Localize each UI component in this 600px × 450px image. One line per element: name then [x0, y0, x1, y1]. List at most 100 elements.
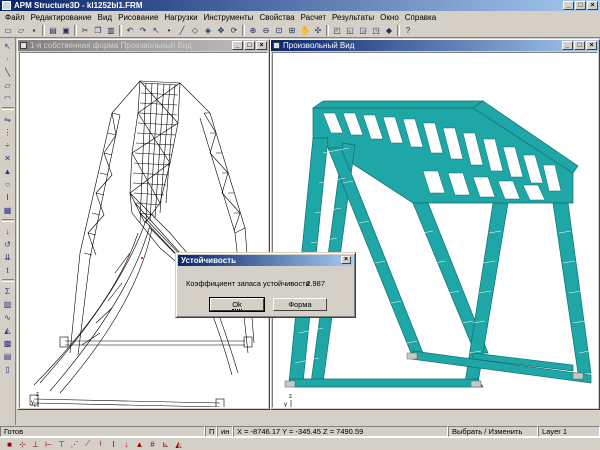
select-icon[interactable]: ↖	[150, 24, 162, 36]
support-icon[interactable]: ▲	[2, 165, 14, 177]
close-button[interactable]: ×	[587, 1, 598, 10]
window-minimize-button[interactable]: _	[232, 41, 243, 50]
move-icon[interactable]: ✥	[215, 24, 227, 36]
minimize-button[interactable]: _	[563, 1, 574, 10]
zoom-all-icon[interactable]: ⊞	[286, 24, 298, 36]
paste-icon[interactable]: ▥	[105, 24, 117, 36]
divide-icon[interactable]: ÷	[2, 139, 14, 151]
axis-x-label: x	[49, 407, 52, 408]
window-maximize-button[interactable]: □	[244, 41, 255, 50]
redo-icon[interactable]: ↷	[137, 24, 149, 36]
copy-icon[interactable]: ❐	[92, 24, 104, 36]
axis-x-icon[interactable]: ⊥	[30, 439, 41, 450]
table-icon[interactable]: ▤	[2, 350, 14, 362]
intersect-icon[interactable]: ✕	[2, 152, 14, 164]
form-button[interactable]: Форма	[273, 298, 327, 311]
model-viewport[interactable]: z y x	[272, 52, 598, 408]
cut-icon[interactable]: ✂	[79, 24, 91, 36]
report-icon[interactable]: ▯	[2, 363, 14, 375]
section-icon[interactable]: Ⅰ	[2, 191, 14, 203]
stability-dialog-titlebar[interactable]: Устойчивость ×	[178, 255, 353, 266]
load-dist-icon[interactable]: ⇊	[2, 251, 14, 263]
menu-results[interactable]: Результаты	[329, 13, 377, 22]
view-top-icon[interactable]: ◲	[357, 24, 369, 36]
menu-properties[interactable]: Свойства	[256, 13, 297, 22]
open-icon[interactable]: ▱	[15, 24, 27, 36]
snap-icon[interactable]: ⟋	[82, 439, 93, 450]
zoom-out-icon[interactable]: ⊖	[260, 24, 272, 36]
ortho-icon[interactable]: ⟊	[95, 439, 106, 450]
material-icon[interactable]: ▦	[2, 204, 14, 216]
perspective-icon[interactable]: ◭	[173, 439, 184, 450]
view-iso-icon[interactable]: ◳	[370, 24, 382, 36]
stress-icon[interactable]: ▩	[2, 337, 14, 349]
save-icon[interactable]: ▪	[28, 24, 40, 36]
menu-loads[interactable]: Нагрузки	[161, 13, 200, 22]
menu-calculation[interactable]: Расчет	[298, 13, 329, 22]
menu-view[interactable]: Вид	[95, 13, 115, 22]
load-moment-icon[interactable]: ↺	[2, 238, 14, 250]
print-icon[interactable]: ▤	[47, 24, 59, 36]
section-view-icon[interactable]: Ⅰ	[108, 439, 119, 450]
node-add-icon[interactable]: ⋅	[2, 53, 14, 65]
arbitrary-view-window[interactable]: Произвольный Вид _ □ × z y	[270, 39, 600, 410]
preview-icon[interactable]: ▣	[60, 24, 72, 36]
plate-icon[interactable]: ◇	[189, 24, 201, 36]
array-icon[interactable]: ⋮	[2, 126, 14, 138]
status-coordinates: X = -8746.17 Y = -345.45 Z = 7490.59	[233, 425, 448, 437]
orbit-icon[interactable]: ✣	[312, 24, 324, 36]
menu-draw[interactable]: Рисование	[115, 13, 161, 22]
menu-tools[interactable]: Инструменты	[201, 13, 257, 22]
results-icon[interactable]: ▧	[2, 298, 14, 310]
help-icon[interactable]: ?	[402, 24, 414, 36]
beam-add-icon[interactable]: ╲	[2, 66, 14, 78]
calc-icon[interactable]: Σ	[2, 285, 14, 297]
mode-shape-viewport[interactable]: z y x	[19, 52, 268, 408]
window-close-button[interactable]: ×	[586, 41, 597, 50]
menu-help[interactable]: Справка	[402, 13, 439, 22]
solid-icon[interactable]: ◈	[202, 24, 214, 36]
window-maximize-button[interactable]: □	[574, 41, 585, 50]
copy-mirror-icon[interactable]: ⇋	[2, 113, 14, 125]
load-force-icon[interactable]: ↓	[2, 225, 14, 237]
dialog-close-button[interactable]: ×	[341, 256, 351, 264]
pan-icon[interactable]: ✋	[299, 24, 311, 36]
hinge-icon[interactable]: ○	[2, 178, 14, 190]
zoom-in-icon[interactable]: ⊕	[247, 24, 259, 36]
temperature-icon[interactable]: t	[2, 264, 14, 276]
maximize-button[interactable]: □	[575, 1, 586, 10]
deform-icon[interactable]: ∿	[2, 311, 14, 323]
mode-shape-window-titlebar[interactable]: 1-я собственная форма Произвольный Вид _…	[18, 40, 269, 51]
axis-y-icon[interactable]: ⊢	[43, 439, 54, 450]
plate-add-icon[interactable]: ▱	[2, 79, 14, 91]
diagram-icon[interactable]: ◭	[2, 324, 14, 336]
undo-icon[interactable]: ↶	[124, 24, 136, 36]
load-view-icon[interactable]: ↓	[121, 439, 132, 450]
rotate-icon[interactable]: ⟳	[228, 24, 240, 36]
number-view-icon[interactable]: #	[147, 439, 158, 450]
view-side-icon[interactable]: ◱	[344, 24, 356, 36]
app-icon	[2, 1, 11, 10]
mode-shape-window[interactable]: 1-я собственная форма Произвольный Вид _…	[17, 39, 270, 410]
stop-icon[interactable]: ■	[4, 439, 15, 450]
view-front-icon[interactable]: ◰	[331, 24, 343, 36]
menu-window[interactable]: Окно	[377, 13, 402, 22]
node-icon[interactable]: •	[163, 24, 175, 36]
render-icon[interactable]: ◆	[383, 24, 395, 36]
menu-edit[interactable]: Редактирование	[28, 13, 95, 22]
arc-icon[interactable]: ◠	[2, 92, 14, 104]
new-icon[interactable]: ▭	[2, 24, 14, 36]
zoom-window-icon[interactable]: ⊡	[273, 24, 285, 36]
menu-file[interactable]: Файл	[2, 13, 28, 22]
window-close-button[interactable]: ×	[256, 41, 267, 50]
support-view-icon[interactable]: ▲	[134, 439, 145, 450]
node-snap-icon[interactable]: ⊹	[17, 439, 28, 450]
grid-icon[interactable]: ⋰	[69, 439, 80, 450]
ok-button[interactable]: Ok	[209, 297, 265, 312]
local-axis-icon[interactable]: ⊾	[160, 439, 171, 450]
arbitrary-view-window-titlebar[interactable]: Произвольный Вид _ □ ×	[271, 40, 599, 51]
beam-icon[interactable]: ╱	[176, 24, 188, 36]
axis-z-icon[interactable]: ⊤	[56, 439, 67, 450]
window-minimize-button[interactable]: _	[562, 41, 573, 50]
pointer-icon[interactable]: ↖	[2, 40, 14, 52]
